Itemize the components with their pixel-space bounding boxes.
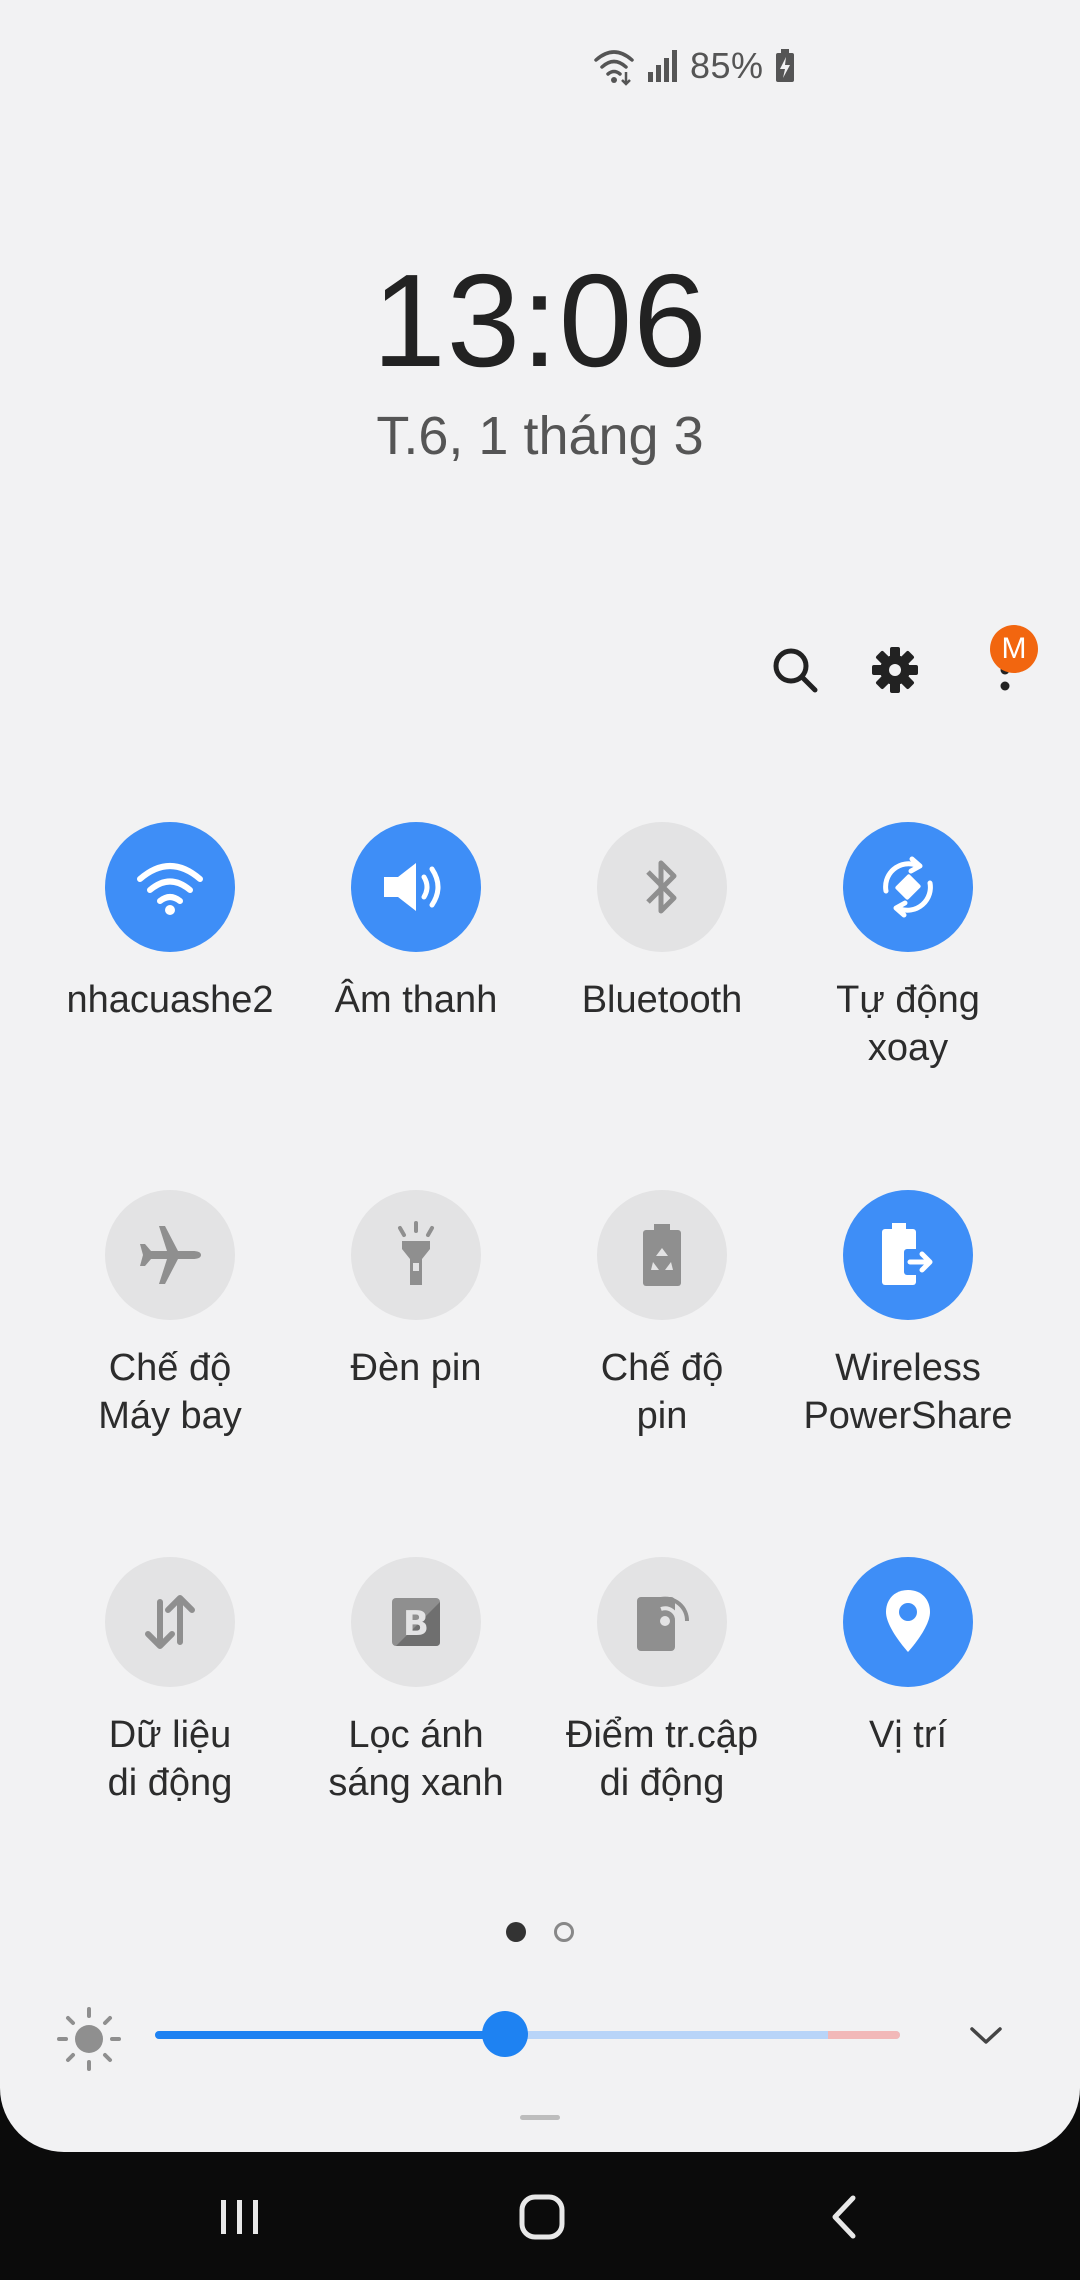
tile-label: Bluetooth xyxy=(581,979,743,1021)
tile-label: Chế độ pin xyxy=(600,1347,724,1437)
tile-wireless-powershare[interactable]: Wireless PowerShare xyxy=(785,1190,1031,1440)
flashlight-icon xyxy=(398,1221,434,1285)
navigation-bar xyxy=(0,2152,1080,2280)
tile-label: Điểm tr.cập di động xyxy=(565,1714,759,1804)
tile-label: Âm thanh xyxy=(334,979,498,1021)
quick-settings-panel: 85% 13:06 T.6, 1 tháng 3 M nhacuashe2 Âm… xyxy=(0,0,1080,2152)
wifi-icon xyxy=(137,863,203,915)
tile-location[interactable]: Vị trí xyxy=(785,1557,1031,1759)
page-indicator xyxy=(0,1922,1080,1942)
notification-badge: M xyxy=(990,625,1038,673)
mobile-data-icon xyxy=(145,1595,195,1649)
settings-icon xyxy=(872,647,918,693)
tile-label: Wireless PowerShare xyxy=(803,1347,1013,1437)
home-button[interactable] xyxy=(497,2182,587,2252)
location-icon xyxy=(886,1590,930,1652)
brightness-icon xyxy=(56,2006,122,2072)
tile-airplane-mode-button[interactable] xyxy=(105,1190,235,1320)
auto-rotate-icon xyxy=(883,856,933,918)
chevron-down-icon xyxy=(970,2027,1002,2044)
page-dot-inactive[interactable] xyxy=(554,1922,574,1942)
search-button[interactable] xyxy=(760,635,830,705)
tile-airplane-mode[interactable]: Chế độ Máy bay xyxy=(47,1190,293,1440)
tile-label: Chế độ Máy bay xyxy=(98,1347,242,1437)
tile-label: Dữ liệu di động xyxy=(107,1714,233,1804)
tile-label: Lọc ánh sáng xanh xyxy=(328,1714,504,1804)
tile-blue-light-filter[interactable]: B Lọc ánh sáng xanh xyxy=(293,1557,539,1807)
tile-label: Tự động xoay xyxy=(836,979,980,1069)
tile-flashlight-button[interactable] xyxy=(351,1190,481,1320)
tile-wifi-button[interactable] xyxy=(105,822,235,952)
expand-button[interactable] xyxy=(958,2010,1014,2060)
tile-mobile-data[interactable]: Dữ liệu di động xyxy=(47,1557,293,1807)
tile-power-mode[interactable]: Chế độ pin xyxy=(539,1190,785,1440)
tile-auto-rotate[interactable]: Tự động xoay xyxy=(785,822,1031,1072)
tile-wireless-powershare-button[interactable] xyxy=(843,1190,973,1320)
clock: 13:06 xyxy=(372,247,708,394)
tile-bluetooth-button[interactable] xyxy=(597,822,727,952)
power-saving-icon xyxy=(643,1224,681,1286)
wifi-icon xyxy=(592,46,636,86)
wireless-powershare-icon xyxy=(882,1223,938,1285)
page-dot-active[interactable] xyxy=(506,1922,526,1942)
blue-light-filter-icon: B xyxy=(392,1598,440,1646)
home-icon xyxy=(519,2194,565,2240)
airplane-icon xyxy=(140,1226,201,1284)
top-actions: M xyxy=(760,625,1050,710)
tile-label: nhacuashe2 xyxy=(66,979,274,1021)
battery-percentage: 85% xyxy=(690,45,764,86)
tile-wifi[interactable]: nhacuashe2 xyxy=(47,822,293,1024)
back-button[interactable] xyxy=(800,2182,890,2252)
mobile-hotspot-icon xyxy=(637,1596,690,1651)
tile-power-mode-button[interactable] xyxy=(597,1190,727,1320)
tile-sound[interactable]: Âm thanh xyxy=(293,822,539,1024)
sound-icon xyxy=(384,863,441,911)
tile-flashlight[interactable]: Đèn pin xyxy=(293,1190,539,1392)
search-icon xyxy=(773,648,818,693)
panel-drag-handle[interactable] xyxy=(520,2115,560,2120)
battery-charging-icon xyxy=(774,48,796,84)
tile-mobile-hotspot-button[interactable] xyxy=(597,1557,727,1687)
brightness-slider[interactable] xyxy=(155,2011,900,2057)
tile-label: Đèn pin xyxy=(350,1347,482,1389)
tile-auto-rotate-button[interactable] xyxy=(843,822,973,952)
tile-sound-button[interactable] xyxy=(351,822,481,952)
tile-location-button[interactable] xyxy=(843,1557,973,1687)
signal-icon xyxy=(646,48,680,84)
back-icon xyxy=(832,2195,856,2239)
date: T.6, 1 tháng 3 xyxy=(376,406,704,466)
recents-icon xyxy=(221,2200,258,2234)
tile-blue-light-filter-button[interactable]: B xyxy=(351,1557,481,1687)
status-bar: 85% xyxy=(592,44,796,88)
tile-mobile-data-button[interactable] xyxy=(105,1557,235,1687)
tile-label: Vị trí xyxy=(868,1714,948,1756)
svg-text:B: B xyxy=(403,1604,429,1644)
recents-button[interactable] xyxy=(195,2182,285,2252)
brightness-slider-high-zone xyxy=(828,2031,900,2039)
brightness-slider-fill xyxy=(155,2031,506,2039)
tile-bluetooth[interactable]: Bluetooth xyxy=(539,822,785,1024)
tile-mobile-hotspot[interactable]: Điểm tr.cập di động xyxy=(539,1557,785,1807)
settings-button[interactable] xyxy=(860,635,930,705)
bluetooth-icon xyxy=(646,860,677,914)
brightness-slider-thumb[interactable] xyxy=(482,2011,529,2057)
